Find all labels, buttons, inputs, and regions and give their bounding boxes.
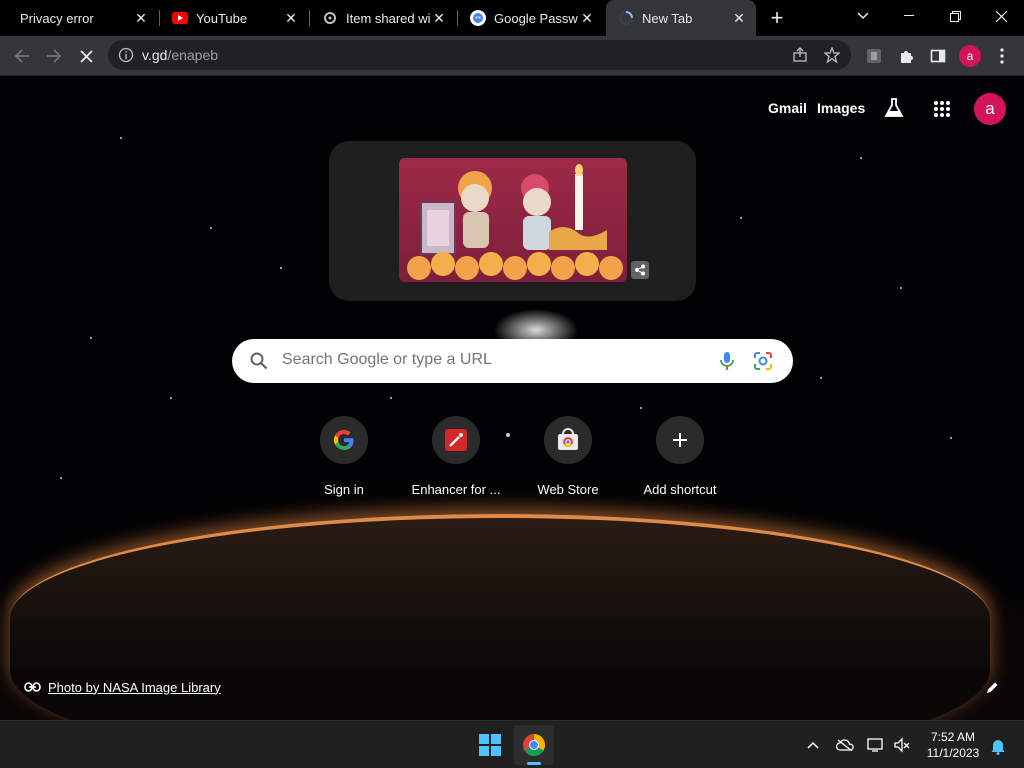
shortcut-label: Add shortcut [643, 482, 717, 497]
doodle-card [329, 141, 696, 301]
shortcut-label: Sign in [324, 482, 364, 497]
forward-arrow-icon[interactable] [40, 42, 68, 70]
search-input[interactable] [282, 351, 702, 369]
shortcut-label: Web Store [537, 482, 599, 497]
tab-privacy-error[interactable]: Privacy error ✕ [8, 0, 158, 36]
notification-bell-icon[interactable] [988, 736, 1008, 756]
clock-date: 11/1/2023 [926, 746, 980, 760]
star [210, 227, 212, 229]
shortcut-web-store[interactable]: Web Store [512, 416, 624, 506]
youtube-icon [172, 10, 188, 26]
chrome-active-indicator [527, 762, 541, 765]
tab-new-tab[interactable]: New Tab ✕ [606, 0, 756, 36]
new-tab-page: Gmail Images a Search Google or type a U… [0, 77, 1024, 720]
star [90, 337, 92, 339]
close-tab-icon[interactable]: ✕ [282, 9, 300, 27]
tab-google-passwords[interactable]: ** Google Passwo ✕ [458, 0, 604, 36]
google-doodle-image[interactable] [399, 158, 627, 282]
close-tab-icon[interactable]: ✕ [578, 9, 596, 27]
star [740, 217, 742, 219]
tab-search-chevron-icon[interactable] [840, 0, 886, 32]
star [860, 157, 862, 159]
photo-attribution-link[interactable]: Photo by NASA Image Library [24, 678, 221, 696]
tab-title: Google Passwo [494, 10, 578, 26]
account-avatar[interactable]: a [974, 93, 1006, 125]
star [170, 397, 172, 399]
star [820, 377, 822, 379]
chrome-taskbar-icon[interactable] [514, 725, 554, 765]
enhancer-wand-icon [432, 416, 480, 464]
star [120, 137, 122, 139]
address-bar[interactable]: v.gd/enapeb [108, 40, 851, 70]
back-arrow-icon[interactable] [8, 42, 36, 70]
svg-text:**: ** [475, 16, 481, 23]
images-link[interactable]: Images [817, 100, 865, 116]
profile-initial: a [959, 45, 981, 67]
google-g-icon [320, 416, 368, 464]
volume-muted-icon[interactable] [892, 735, 912, 755]
customize-pencil-icon[interactable] [982, 678, 1002, 698]
shortcut-sign-in[interactable]: Sign in [288, 416, 400, 506]
tab-item-shared[interactable]: Item shared wit ✕ [310, 0, 456, 36]
clock-time: 7:52 AM [930, 730, 976, 744]
star [280, 267, 282, 269]
star [60, 477, 62, 479]
shortcut-enhancer[interactable]: Enhancer for ... [400, 416, 512, 506]
minimize-button[interactable] [886, 0, 932, 32]
chrome-web-store-icon [544, 416, 592, 464]
tab-title: YouTube [196, 10, 248, 26]
google-lens-icon[interactable] [753, 351, 773, 371]
tab-strip: Privacy error ✕ YouTube ✕ Item shared wi… [0, 0, 1024, 36]
star [900, 287, 902, 289]
labs-flask-icon[interactable] [883, 97, 905, 119]
profile-avatar-button[interactable]: a [956, 42, 984, 70]
voice-search-mic-icon[interactable] [718, 351, 736, 371]
tab-title: Privacy error [20, 10, 94, 26]
star [640, 407, 642, 409]
star [950, 437, 952, 439]
tab-title: Item shared wit [346, 10, 430, 26]
link-icon [322, 10, 338, 26]
share-page-icon[interactable] [792, 47, 808, 63]
tab-title: New Tab [642, 10, 693, 26]
shortcut-label: Enhancer for ... [411, 482, 501, 497]
close-tab-icon[interactable]: ✕ [132, 9, 150, 27]
close-window-button[interactable] [978, 0, 1024, 32]
google-password-icon: ** [470, 10, 486, 26]
link-icon [24, 678, 42, 696]
share-doodle-icon[interactable] [631, 261, 649, 279]
onedrive-cloud-icon[interactable] [835, 735, 855, 755]
stop-loading-icon[interactable] [72, 42, 100, 70]
system-clock[interactable]: 7:52 AM 11/1/2023 [918, 729, 988, 761]
plus-icon [656, 416, 704, 464]
tab-youtube[interactable]: YouTube ✕ [160, 0, 308, 36]
windows-start-icon[interactable] [478, 733, 502, 757]
url-host: v.gd [142, 47, 168, 63]
attribution-text: Photo by NASA Image Library [48, 679, 221, 695]
close-tab-icon[interactable]: ✕ [730, 9, 748, 27]
close-tab-icon[interactable]: ✕ [430, 9, 448, 27]
star [390, 397, 392, 399]
show-hidden-icons-chevron-icon[interactable] [803, 735, 823, 755]
browser-toolbar: v.gd/enapeb a [0, 36, 1024, 76]
extension-icon[interactable] [860, 42, 888, 70]
kebab-menu-icon[interactable] [988, 42, 1016, 70]
restore-button[interactable] [932, 0, 978, 32]
new-tab-button[interactable]: + [765, 5, 789, 30]
apps-grid-icon[interactable] [933, 100, 951, 118]
search-box[interactable] [232, 339, 793, 383]
add-shortcut-button[interactable]: Add shortcut [624, 416, 736, 506]
windows-taskbar: 7:52 AM 11/1/2023 [0, 720, 1024, 768]
gmail-link[interactable]: Gmail [768, 100, 807, 116]
url-text: v.gd/enapeb [142, 47, 218, 63]
site-info-icon[interactable] [118, 47, 134, 63]
bookmark-star-icon[interactable] [823, 46, 841, 64]
loading-spinner-icon [618, 10, 634, 26]
search-icon [250, 352, 268, 370]
network-icon[interactable] [866, 735, 886, 755]
url-path: /enapeb [167, 47, 219, 63]
extensions-puzzle-icon[interactable] [892, 42, 920, 70]
side-panel-icon[interactable] [924, 42, 952, 70]
